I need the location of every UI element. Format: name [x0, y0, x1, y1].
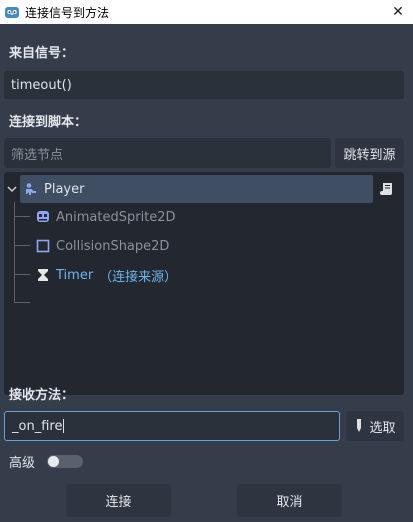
close-icon[interactable]: ✕: [383, 0, 413, 24]
hourglass-icon: [38, 269, 48, 281]
script-icon[interactable]: [380, 182, 394, 197]
tree-row-timer[interactable]: Timer （连接来源）: [36, 261, 177, 289]
signal-field[interactable]: timeout(): [4, 71, 404, 99]
window-title: 连接信号到方法: [25, 5, 110, 20]
tree-row-collisionshape2d[interactable]: CollisionShape2D: [36, 232, 169, 260]
godot-app-icon: [5, 7, 19, 18]
tree-guide-line: [14, 216, 30, 217]
method-input-value: _on_fire: [12, 418, 63, 434]
pick-pencil-icon: [357, 419, 362, 432]
pick-method-label: 选取: [369, 420, 396, 436]
connect-button[interactable]: 连接: [66, 484, 171, 517]
advanced-label: 高级: [9, 456, 36, 471]
tree-node-label: AnimatedSprite2D: [56, 209, 176, 225]
collision-shape-icon: [36, 239, 50, 253]
dialog-body: 来自信号： timeout() 连接到脚本： 筛选节点 跳转到源 Player: [0, 24, 413, 522]
tree-guide-line: [14, 245, 30, 246]
toggle-knob: [48, 456, 59, 467]
tree-node-label: Player: [44, 181, 85, 197]
node-filter-input[interactable]: 筛选节点: [4, 138, 331, 168]
method-input[interactable]: _on_fire: [4, 411, 340, 441]
pick-method-button[interactable]: 选取: [346, 411, 404, 441]
connection-source-tag: （连接来源）: [99, 269, 178, 285]
tree-row-animatedsprite2d[interactable]: AnimatedSprite2D: [36, 203, 176, 231]
script-label: 连接到脚本：: [9, 115, 88, 130]
signal-label: 来自信号：: [9, 46, 75, 61]
tree-guide-line: [14, 274, 30, 275]
tree-guide-line: [14, 202, 15, 302]
player-node-icon: [26, 183, 36, 195]
node-tree[interactable]: Player AnimatedSprite2D CollisionShape2D: [4, 172, 404, 395]
text-caret: [63, 419, 65, 433]
animated-sprite-icon: [37, 211, 49, 222]
advanced-toggle[interactable]: [47, 455, 83, 468]
goto-source-button[interactable]: 跳转到源: [335, 138, 404, 168]
tree-guide-line: [14, 302, 30, 303]
tree-node-label: CollisionShape2D: [56, 238, 170, 254]
chevron-down-icon[interactable]: [7, 184, 17, 194]
title-bar: 连接信号到方法 ✕: [0, 0, 413, 24]
cancel-button[interactable]: 取消: [237, 484, 342, 517]
method-label: 接收方法：: [9, 388, 75, 403]
tree-node-label: Timer: [56, 267, 94, 283]
tree-row-player[interactable]: Player: [24, 175, 373, 203]
